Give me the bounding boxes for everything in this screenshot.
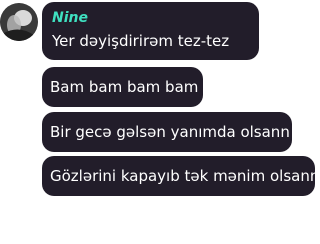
sender-name[interactable]: Nine — [52, 10, 247, 26]
chat-screen: Nine Yer dəyişdirirəm tez-tez Bam bam ba… — [0, 0, 320, 244]
message-text-1: Yer dəyişdirirəm tez-tez — [52, 32, 230, 50]
message-text-4: Gözlərini kapayıb tək mənim olsann — [50, 167, 320, 185]
message-bubble-2[interactable]: Bam bam bam bam — [42, 67, 203, 107]
sender-avatar[interactable] — [0, 3, 38, 41]
message-text-3: Bir gecə gəlsən yanımda olsann — [50, 123, 290, 141]
message-bubble-1[interactable]: Nine Yer dəyişdirirəm tez-tez — [42, 2, 259, 60]
user-avatar-icon — [0, 3, 38, 41]
message-bubble-4[interactable]: Gözlərini kapayıb tək mənim olsann — [42, 156, 320, 196]
message-text-2: Bam bam bam bam — [50, 78, 199, 96]
message-bubble-3[interactable]: Bir gecə gəlsən yanımda olsann — [42, 112, 292, 152]
